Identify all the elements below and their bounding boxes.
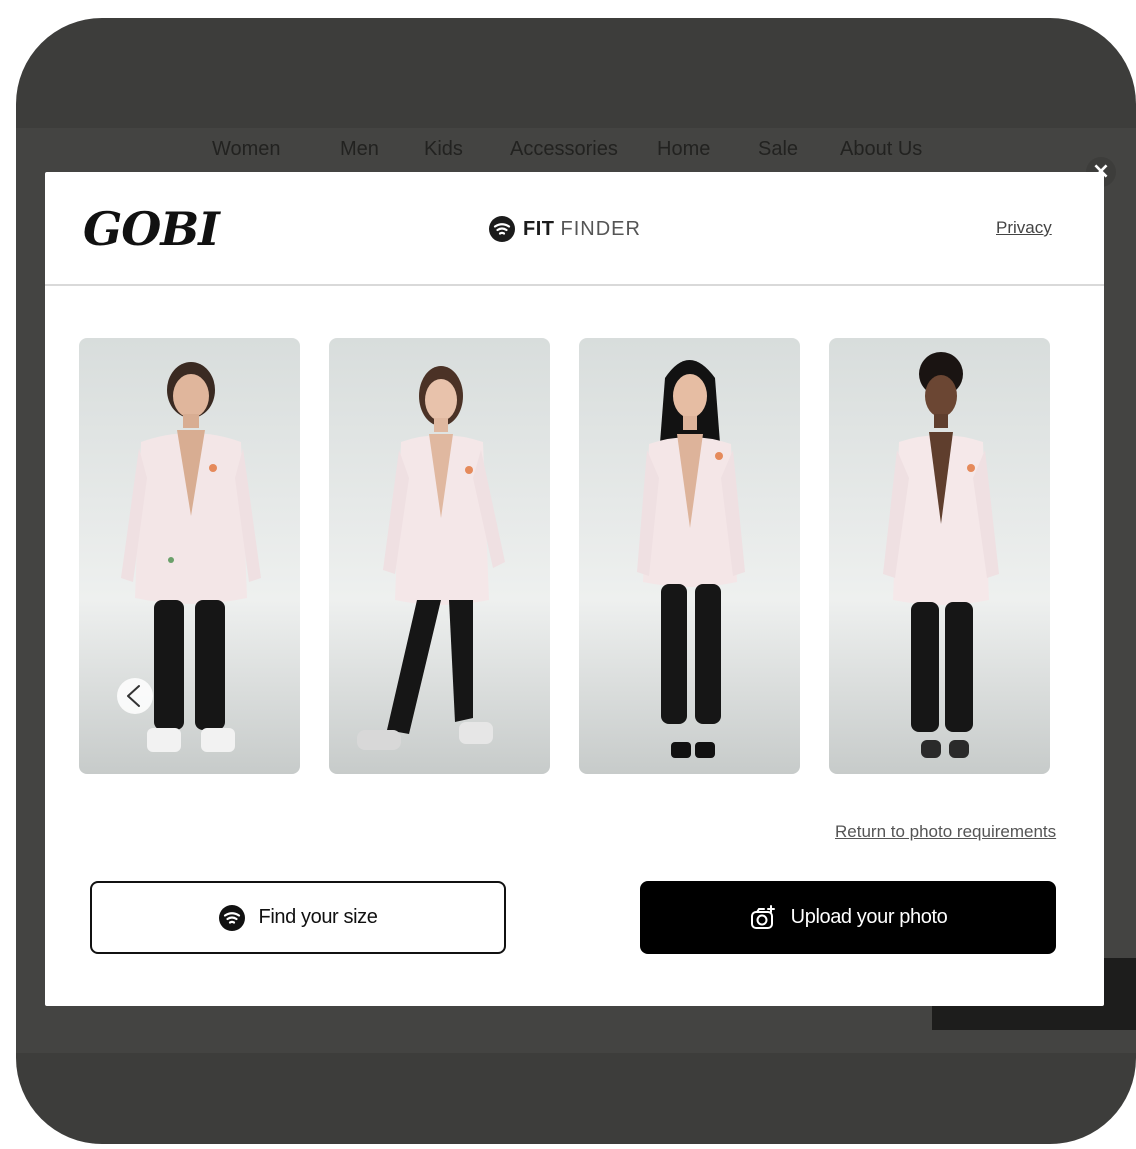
model-photo-4[interactable]	[829, 338, 1050, 774]
fit-finder-icon	[218, 904, 245, 931]
fit-finder-modal: GOBI FIT FINDER Privacy Return to photo …	[45, 172, 1104, 1006]
nav-accessories[interactable]: Accessories	[510, 138, 618, 161]
nav-women[interactable]: Women	[212, 138, 281, 161]
nav-about[interactable]: About Us	[840, 138, 922, 161]
upload-your-photo-button[interactable]: Upload your photo	[640, 881, 1056, 954]
nav-home[interactable]: Home	[657, 138, 710, 161]
nav-sale[interactable]: Sale	[758, 138, 798, 161]
model-photo-1[interactable]	[79, 338, 300, 774]
brand-logo: GOBI	[83, 202, 220, 256]
camera-plus-icon	[750, 904, 775, 929]
find-your-size-button[interactable]: Find your size	[90, 881, 506, 954]
nav-men[interactable]: Men	[340, 138, 379, 161]
fit-finder-title: FIT FINDER	[489, 214, 641, 244]
privacy-link[interactable]: Privacy	[996, 218, 1052, 238]
finder-label: FINDER	[560, 217, 641, 240]
model-photo-3[interactable]	[579, 338, 800, 774]
model-photo-2[interactable]	[329, 338, 550, 774]
nav-kids[interactable]: Kids	[424, 138, 463, 161]
return-to-requirements-link[interactable]: Return to photo requirements	[835, 822, 1056, 842]
upload-your-photo-label: Upload your photo	[790, 906, 948, 928]
chevron-left-icon[interactable]	[117, 678, 153, 714]
find-your-size-label: Find your size	[258, 906, 378, 928]
model-gallery	[79, 338, 1069, 775]
modal-header: GOBI FIT FINDER Privacy	[45, 172, 1104, 286]
fit-finder-icon	[489, 216, 515, 242]
fit-label: FIT	[523, 217, 555, 240]
